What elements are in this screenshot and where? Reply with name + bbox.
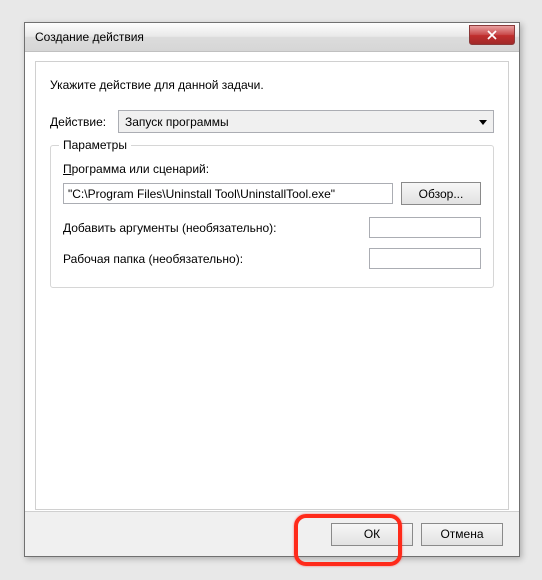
parameters-legend: Параметры [59,138,131,152]
create-action-dialog: Создание действия Укажите действие для д… [24,22,520,557]
parameters-group: Параметры Программа или сценарий: Обзор.… [50,145,494,288]
workdir-input[interactable] [369,248,481,269]
browse-button[interactable]: Обзор... [401,182,481,205]
program-row: Обзор... [63,182,481,205]
arguments-row: Добавить аргументы (необязательно): [63,217,481,238]
dialog-body: Укажите действие для данной задачи. Дейс… [35,61,509,510]
program-input[interactable] [63,183,393,204]
action-selected-value: Запуск программы [125,115,229,129]
workdir-label: Рабочая папка (необязательно): [63,252,369,266]
action-combobox[interactable]: Запуск программы [118,110,494,133]
dialog-footer: ОК Отмена [25,511,519,556]
action-row: Действие: Запуск программы [50,110,494,133]
action-label: Действие: [50,115,110,129]
arguments-input[interactable] [369,217,481,238]
close-icon [487,30,497,40]
instruction-text: Укажите действие для данной задачи. [50,78,494,92]
workdir-row: Рабочая папка (необязательно): [63,248,481,269]
titlebar: Создание действия [25,23,519,52]
arguments-label: Добавить аргументы (необязательно): [63,221,369,235]
ok-button[interactable]: ОК [331,523,413,546]
close-button[interactable] [469,25,515,45]
program-label: Программа или сценарий: [63,162,481,176]
cancel-button[interactable]: Отмена [421,523,503,546]
window-title: Создание действия [35,30,144,44]
